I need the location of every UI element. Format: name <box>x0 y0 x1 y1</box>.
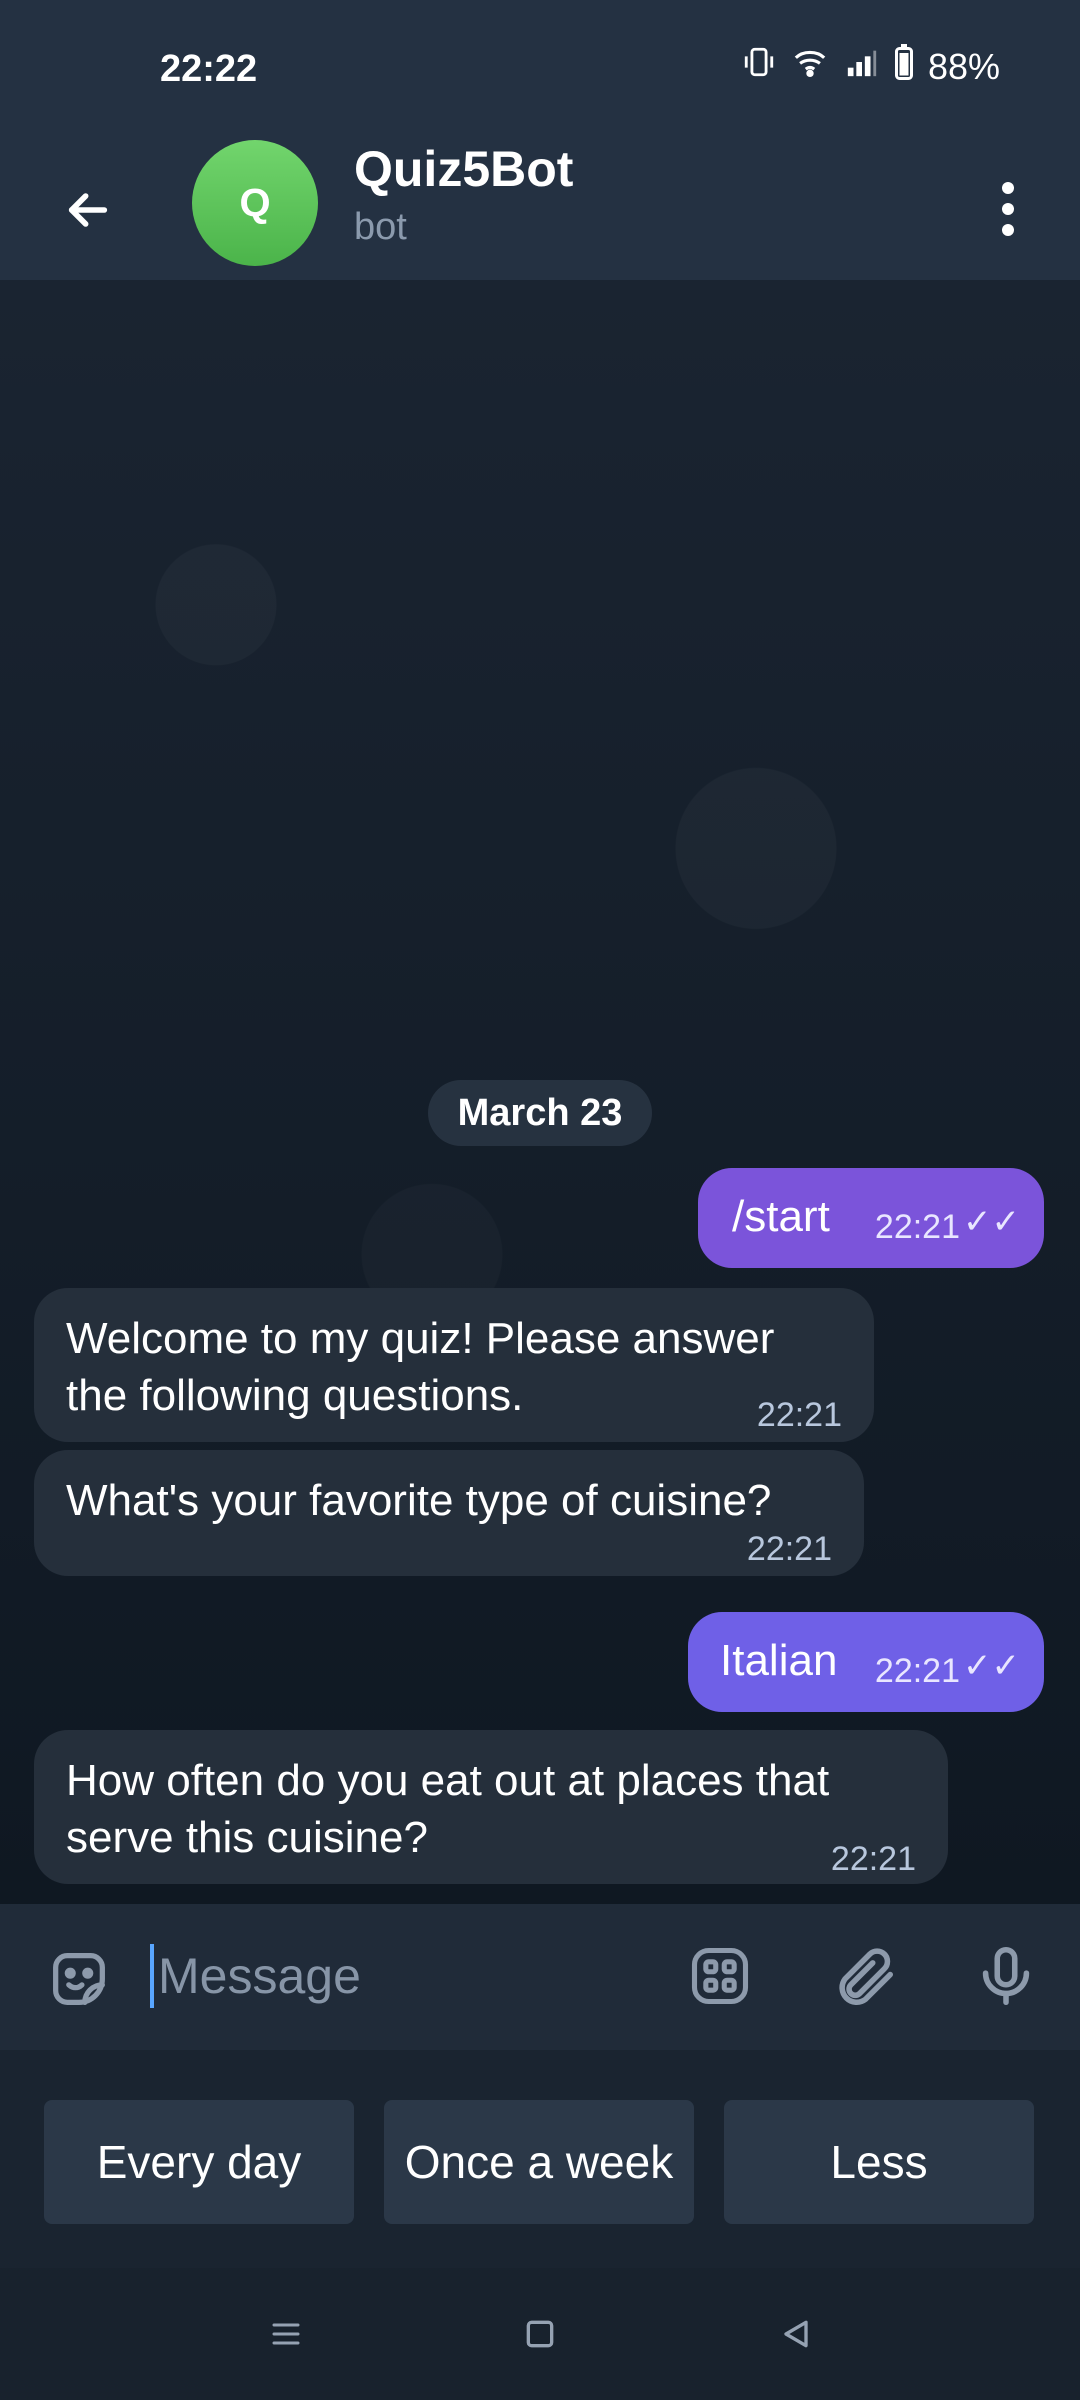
incoming-message[interactable]: How often do you eat out at places that … <box>34 1730 948 1884</box>
vibrate-icon <box>742 45 776 88</box>
outgoing-message[interactable]: /start 22:21 ✓✓ <box>698 1168 1044 1268</box>
status-bar: 22:22 88% <box>0 0 1080 140</box>
apps-grid-icon <box>691 1947 749 2005</box>
message-composer: Message <box>0 1904 1080 2050</box>
text-caret <box>150 1944 154 2008</box>
signal-icon <box>844 45 880 88</box>
apps-button[interactable] <box>684 1940 756 2012</box>
message-text: Italian <box>720 1636 838 1685</box>
status-time: 22:22 <box>160 48 258 90</box>
more-vertical-icon <box>1002 182 1014 194</box>
message-time: 22:21 <box>746 1530 832 1568</box>
system-navigation-bar <box>0 2268 1080 2400</box>
status-icons: 88% <box>742 44 1000 89</box>
reply-button-less[interactable]: Less <box>724 2100 1034 2224</box>
paperclip-icon <box>839 1948 894 2006</box>
avatar[interactable]: Q <box>192 140 318 266</box>
arrow-left-icon <box>68 193 108 227</box>
reply-button-every-day[interactable]: Every day <box>44 2100 354 2224</box>
wifi-icon <box>790 45 830 88</box>
message-text: How often do you eat out at places that … <box>66 1756 830 1862</box>
message-placeholder: Message <box>158 1948 361 2004</box>
chat-title[interactable]: Quiz5Bot <box>354 140 573 198</box>
outgoing-message[interactable]: Italian 22:21 ✓✓ <box>688 1612 1044 1712</box>
more-menu-button[interactable] <box>968 164 1048 254</box>
microphone-icon <box>982 1946 1030 2006</box>
double-check-icon: ✓✓ <box>963 1203 1020 1241</box>
date-divider: March 23 <box>428 1080 652 1146</box>
recent-apps-icon[interactable] <box>262 2310 310 2358</box>
chat-subtitle: bot <box>354 206 407 248</box>
incoming-message[interactable]: What's your favorite type of cuisine? 22… <box>34 1450 864 1576</box>
back-button[interactable] <box>48 170 128 250</box>
message-time: 22:21 <box>874 1208 960 1246</box>
attach-button[interactable] <box>828 1940 900 2012</box>
emoji-button[interactable] <box>44 1944 114 2014</box>
double-check-icon: ✓✓ <box>963 1647 1020 1685</box>
message-list[interactable]: March 23 /start 22:21 ✓✓ Welcome to my q… <box>0 280 1080 1904</box>
message-time: 22:21 <box>756 1396 842 1434</box>
sticker-smile-icon <box>53 1953 105 2005</box>
microphone-button[interactable] <box>970 1940 1042 2012</box>
message-time: 22:21 <box>830 1840 916 1878</box>
message-text: /start <box>732 1192 830 1241</box>
message-input[interactable]: Message <box>150 1934 660 2018</box>
battery-icon <box>894 44 914 89</box>
battery-level: 88% <box>927 45 1000 87</box>
reply-button-once-a-week[interactable]: Once a week <box>384 2100 694 2224</box>
chat-header: Q Quiz5Bot bot <box>0 140 1080 280</box>
back-triangle-icon[interactable] <box>772 2310 820 2358</box>
message-text: What's your favorite type of cuisine? <box>66 1476 772 1525</box>
message-time: 22:21 <box>874 1652 960 1690</box>
message-text: Welcome to my quiz! Please answer the fo… <box>66 1314 775 1420</box>
incoming-message[interactable]: Welcome to my quiz! Please answer the fo… <box>34 1288 874 1442</box>
home-icon[interactable] <box>516 2310 564 2358</box>
bot-reply-keyboard: Every day Once a week Less <box>0 2050 1080 2268</box>
